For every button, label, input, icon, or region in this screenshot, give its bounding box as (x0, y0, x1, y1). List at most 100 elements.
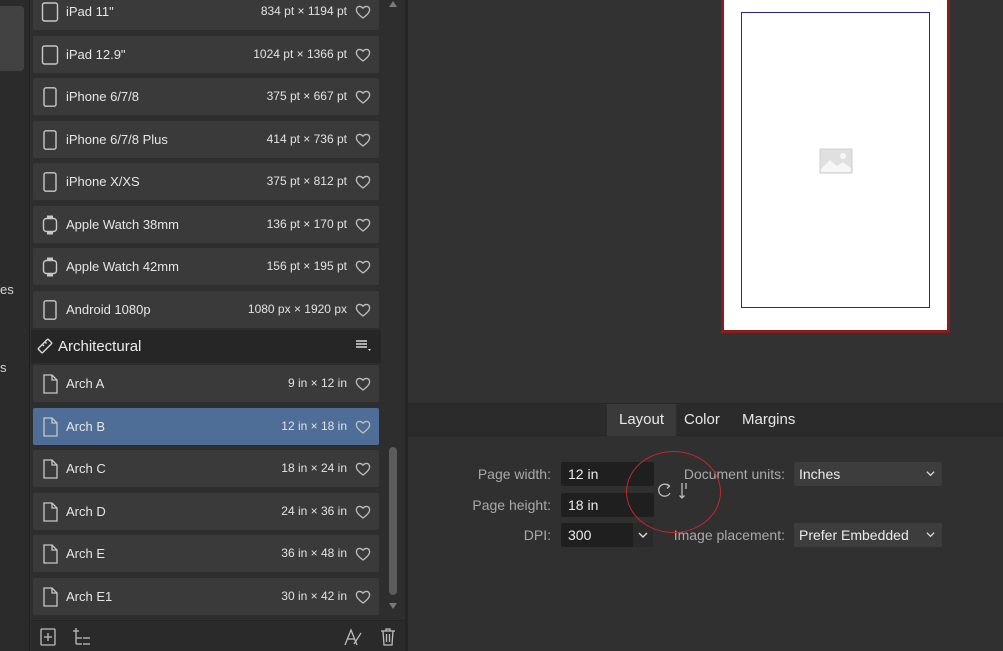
image-placement-dropdown[interactable]: Prefer Embedded (794, 523, 942, 547)
preset-list-scrollbar[interactable] (386, 0, 400, 616)
favorite-heart-icon[interactable] (355, 461, 371, 477)
preset-row[interactable]: Arch B 12 in × 18 in (33, 407, 379, 445)
tablet-icon (41, 2, 59, 22)
ruler-icon (37, 338, 53, 354)
favorite-heart-icon[interactable] (355, 132, 371, 148)
favorite-heart-icon[interactable] (355, 47, 371, 63)
preset-size: 18 in × 24 in (281, 461, 347, 475)
dpi-field[interactable]: 300 (561, 523, 653, 547)
scroll-down-arrow-icon[interactable] (389, 603, 397, 609)
preset-size: 36 in × 48 in (281, 546, 347, 560)
favorite-heart-icon[interactable] (355, 174, 371, 190)
preset-size: 1080 px × 1920 px (247, 301, 347, 316)
phone-icon (43, 129, 57, 150)
preset-row[interactable]: iPhone 6/7/8 Plus 414 pt × 736 pt (33, 120, 379, 158)
favorite-heart-icon[interactable] (355, 259, 371, 275)
preset-list: iPad 11" 834 pt × 1194 pt iPad 12.9" 1024 p… (31, 0, 383, 620)
preset-name: iPad 12.9" (66, 46, 126, 62)
favorite-heart-icon[interactable] (355, 89, 371, 105)
preset-name: Apple Watch 42mm (66, 259, 179, 274)
document-icon (43, 459, 58, 479)
preset-size: 414 pt × 736 pt (266, 131, 347, 146)
category-label: Architectural (58, 338, 142, 355)
document-preview (408, 0, 1003, 403)
preset-toolbar (31, 620, 405, 651)
preset-name: Apple Watch 38mm (66, 216, 179, 232)
favorite-heart-icon[interactable] (355, 546, 371, 562)
preset-size: 834 pt × 1194 pt (260, 4, 347, 18)
favorite-heart-icon[interactable] (355, 589, 371, 605)
category-header-architectural[interactable]: Architectural (31, 330, 381, 363)
preset-size: 12 in × 18 in (281, 418, 347, 433)
preset-name: iPhone 6/7/8 (66, 89, 140, 104)
preset-row[interactable]: Arch A 9 in × 12 in (33, 365, 379, 402)
preset-row[interactable]: iPhone 6/7/8 375 pt × 667 pt (33, 78, 379, 115)
document-units-value: Inches (799, 466, 841, 482)
phone-icon (43, 172, 57, 192)
preset-panel: iPad 11" 834 pt × 1194 pt iPad 12.9" 1024 p… (31, 0, 405, 651)
preset-row[interactable]: Arch E1 30 in × 42 in (33, 577, 379, 615)
chevron-down-icon (638, 532, 648, 538)
preset-size: 156 pt × 195 pt (266, 259, 347, 273)
preset-size: 1024 pt × 1366 pt (253, 46, 347, 61)
category-strip-selected-item[interactable] (0, 6, 24, 71)
scroll-up-arrow-icon[interactable] (389, 1, 397, 7)
tab-margins[interactable]: Margins (730, 404, 807, 436)
preset-size: 375 pt × 667 pt (266, 89, 347, 103)
image-placement-value: Prefer Embedded (799, 527, 909, 543)
preset-size: 30 in × 42 in (281, 588, 347, 603)
document-settings: Layout Color Margins Page width: 12 in P… (408, 403, 1003, 651)
settings-tabs: Layout Color Margins (408, 404, 1003, 436)
dpi-value[interactable]: 300 (568, 527, 591, 543)
preset-name: iPhone X/XS (66, 174, 140, 189)
preset-row[interactable]: iPad 11" 834 pt × 1194 pt (33, 0, 379, 30)
favorite-heart-icon[interactable] (355, 376, 371, 392)
annotation-circle (626, 451, 721, 533)
preset-row[interactable]: Apple Watch 38mm 136 pt × 170 pt (33, 205, 379, 243)
dpi-label: DPI: (523, 527, 551, 543)
preset-row[interactable]: Android 1080p 1080 px × 1920 px (33, 290, 379, 328)
preset-name: Arch E (66, 546, 106, 561)
tab-layout[interactable]: Layout (607, 404, 677, 436)
tab-color[interactable]: Color (672, 404, 732, 436)
tablet-icon (41, 44, 59, 65)
preset-name: Arch E1 (66, 588, 113, 604)
preset-row[interactable]: Apple Watch 42mm 156 pt × 195 pt (33, 248, 379, 285)
preset-row[interactable]: iPhone X/XS 375 pt × 812 pt (33, 163, 379, 200)
add-category-icon[interactable] (71, 627, 91, 647)
document-icon (43, 586, 58, 607)
preset-name: iPhone 6/7/8 Plus (66, 131, 168, 147)
favorite-heart-icon[interactable] (355, 4, 371, 20)
preset-name: Android 1080p (66, 301, 151, 317)
category-strip: es s (0, 0, 30, 651)
delete-preset-icon[interactable] (378, 627, 398, 647)
preset-size: 136 pt × 170 pt (266, 216, 347, 231)
preset-size: 24 in × 36 in (281, 503, 347, 518)
add-preset-icon[interactable] (38, 627, 58, 647)
chevron-down-icon (926, 532, 935, 538)
list-options-icon[interactable] (355, 339, 373, 353)
preset-row[interactable]: Arch D 24 in × 36 in (33, 492, 379, 530)
page-preview (721, 0, 950, 333)
favorite-heart-icon[interactable] (355, 419, 371, 435)
favorite-heart-icon[interactable] (355, 302, 371, 318)
document-icon (43, 374, 58, 394)
rename-preset-icon[interactable] (343, 627, 363, 647)
document-icon (43, 544, 58, 564)
document-units-dropdown[interactable]: Inches (794, 462, 942, 486)
favorite-heart-icon[interactable] (355, 504, 371, 520)
preset-row[interactable]: iPad 12.9" 1024 pt × 1366 pt (33, 35, 379, 73)
page-height-label: Page height: (472, 497, 551, 513)
phone-icon (43, 299, 57, 320)
category-strip-label-fragment[interactable]: es (0, 282, 14, 297)
scrollbar-thumb[interactable] (389, 447, 397, 595)
preset-row[interactable]: Arch E 36 in × 48 in (33, 535, 379, 572)
preset-row[interactable]: Arch C 18 in × 24 in (33, 450, 379, 487)
favorite-heart-icon[interactable] (355, 217, 371, 233)
preset-size: 375 pt × 812 pt (266, 174, 347, 188)
document-icon (43, 416, 58, 437)
watch-icon (42, 215, 58, 234)
category-strip-label-fragment[interactable]: s (0, 360, 7, 375)
preset-size: 9 in × 12 in (287, 376, 347, 390)
preset-name: Arch D (66, 503, 106, 519)
